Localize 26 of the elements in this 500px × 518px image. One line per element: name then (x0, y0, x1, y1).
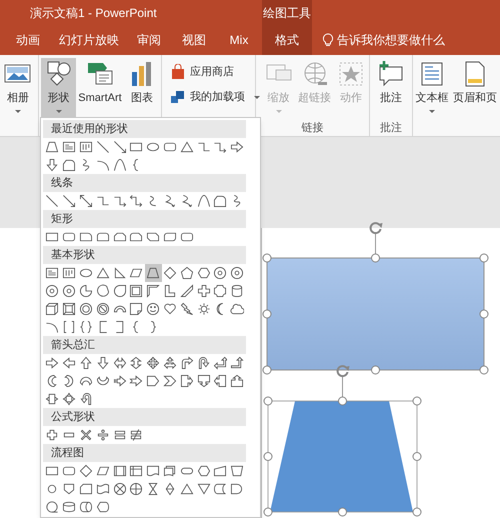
window-title: 演示文稿1 - PowerPoint (30, 4, 157, 22)
ribbon-button[interactable]: 页眉和页 (451, 58, 499, 120)
tell-me-search-field[interactable]: 告诉我你想要做什么 (337, 31, 467, 49)
ribbon-button[interactable]: 应用商店 (168, 61, 263, 83)
gallery-section-header: 最近使用的形状 (43, 120, 246, 138)
ribbon-group-label: 批注 (380, 121, 402, 135)
gallery-section-header: 流程图 (43, 444, 246, 462)
ribbon-tab[interactable]: Mix (216, 25, 262, 55)
gallery-section-header: 箭头总汇 (43, 336, 246, 354)
ribbon-button[interactable]: 图表 (124, 58, 160, 120)
gallery-section-header: 基本形状 (43, 246, 246, 264)
gallery-section-header: 矩形 (43, 210, 246, 228)
ribbon-button[interactable]: 形状 (41, 58, 76, 120)
ribbon-tab[interactable]: 格式 (262, 25, 312, 55)
gallery-section-header: 公式形状 (43, 408, 246, 426)
ribbon-button[interactable]: 相册 (0, 58, 36, 120)
ribbon-group-label: 链接 (302, 121, 324, 135)
contextual-tab-group-label: 绘图工具 (262, 0, 312, 25)
ribbon-tab[interactable]: 动画 (4, 25, 52, 55)
gallery-section-header: 线条 (43, 174, 246, 192)
ribbon-tab[interactable]: 幻灯片放映 (52, 25, 126, 55)
ribbon-tab[interactable]: 视图 (172, 25, 216, 55)
ribbon-button[interactable]: 批注 (373, 58, 409, 120)
ribbon-button[interactable]: 文本框 (413, 58, 451, 120)
ribbon-button[interactable]: 我的加载项 (168, 86, 263, 108)
ribbon-tab[interactable]: 审阅 (126, 25, 172, 55)
